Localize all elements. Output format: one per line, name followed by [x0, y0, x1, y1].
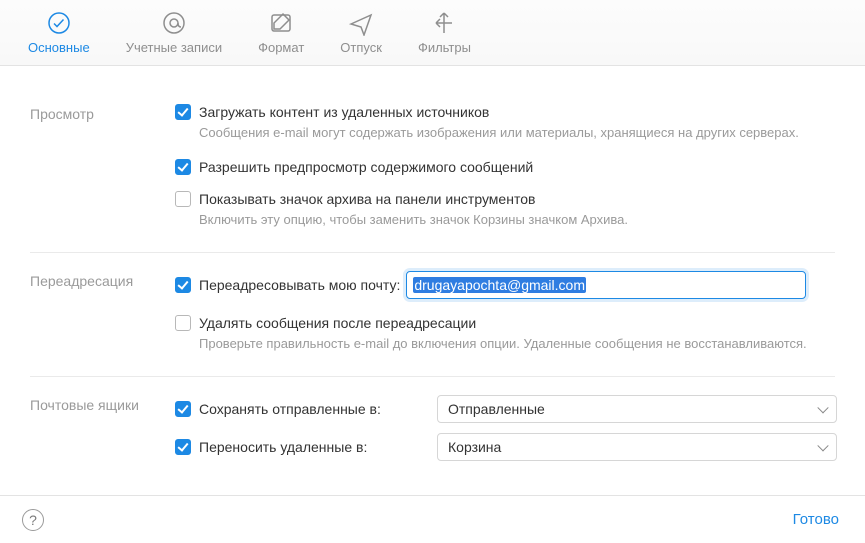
- tab-label: Учетные записи: [126, 40, 222, 55]
- section-title: Переадресация: [30, 271, 175, 354]
- airplane-icon: [348, 10, 374, 36]
- tab-format[interactable]: Формат: [240, 2, 322, 65]
- move-deleted-checkbox[interactable]: [175, 439, 191, 455]
- section-viewing: Просмотр Загружать контент из удаленных …: [30, 86, 835, 252]
- move-deleted-select[interactable]: Корзина: [437, 433, 837, 461]
- section-title: Просмотр: [30, 104, 175, 230]
- forward-email-input[interactable]: drugayapochta@gmail.com: [406, 271, 806, 299]
- show-archive-icon-hint: Включить эту опцию, чтобы заменить значо…: [199, 211, 835, 230]
- footer: ? Готово: [0, 495, 865, 543]
- load-remote-content-label[interactable]: Загружать контент из удаленных источнико…: [199, 104, 489, 120]
- tab-label: Основные: [28, 40, 90, 55]
- save-sent-checkbox[interactable]: [175, 401, 191, 417]
- tab-label: Отпуск: [340, 40, 382, 55]
- delete-after-forward-label[interactable]: Удалять сообщения после переадресации: [199, 315, 476, 331]
- move-deleted-label[interactable]: Переносить удаленные в:: [199, 439, 367, 455]
- forward-mail-label[interactable]: Переадресовывать мою почту:: [199, 277, 400, 293]
- show-archive-icon-checkbox[interactable]: [175, 191, 191, 207]
- main-content: Просмотр Загружать контент из удаленных …: [0, 66, 865, 495]
- save-sent-value: Отправленные: [448, 401, 545, 417]
- tab-label: Формат: [258, 40, 304, 55]
- load-remote-content-checkbox[interactable]: [175, 104, 191, 120]
- checkmark-circle-icon: [46, 10, 72, 36]
- load-remote-content-hint: Сообщения e-mail могут содержать изображ…: [199, 124, 835, 143]
- allow-preview-checkbox[interactable]: [175, 159, 191, 175]
- at-sign-icon: [161, 10, 187, 36]
- save-sent-select[interactable]: Отправленные: [437, 395, 837, 423]
- forward-email-value: drugayapochta@gmail.com: [413, 277, 586, 293]
- help-button[interactable]: ?: [22, 509, 44, 531]
- tab-filters[interactable]: Фильтры: [400, 2, 489, 65]
- tab-vacation[interactable]: Отпуск: [322, 2, 400, 65]
- section-mailboxes: Почтовые ящики Сохранять отправленные в:…: [30, 376, 835, 493]
- section-title: Почтовые ящики: [30, 395, 175, 471]
- tab-general[interactable]: Основные: [10, 2, 108, 65]
- move-deleted-value: Корзина: [448, 439, 501, 455]
- tab-label: Фильтры: [418, 40, 471, 55]
- delete-after-forward-hint: Проверьте правильность e-mail до включен…: [199, 335, 835, 354]
- done-button[interactable]: Готово: [789, 505, 843, 534]
- show-archive-icon-label[interactable]: Показывать значок архива на панели инстр…: [199, 191, 535, 207]
- arrows-icon: [431, 10, 457, 36]
- allow-preview-label[interactable]: Разрешить предпросмотр содержимого сообщ…: [199, 159, 533, 175]
- save-sent-label[interactable]: Сохранять отправленные в:: [199, 401, 381, 417]
- forward-mail-checkbox[interactable]: [175, 277, 191, 293]
- tab-bar: Основные Учетные записи Формат Отпуск Фи…: [0, 0, 865, 66]
- tab-accounts[interactable]: Учетные записи: [108, 2, 240, 65]
- delete-after-forward-checkbox[interactable]: [175, 315, 191, 331]
- section-forwarding: Переадресация Переадресовывать мою почту…: [30, 252, 835, 376]
- compose-icon: [268, 10, 294, 36]
